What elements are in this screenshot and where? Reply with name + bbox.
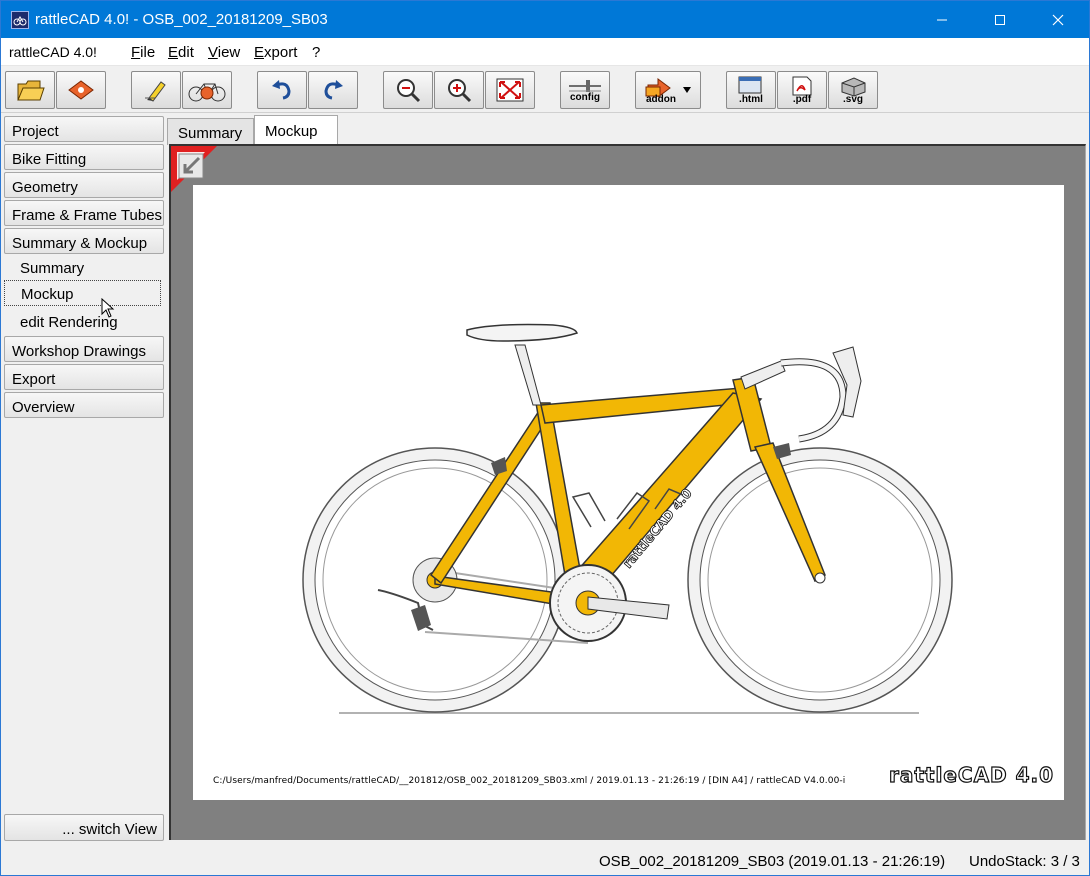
edit-pen-icon xyxy=(145,81,166,102)
sidebar-item-export[interactable]: Export xyxy=(4,364,164,390)
undo-button[interactable] xyxy=(257,71,307,109)
sidebar-item-workshop-drawings[interactable]: Workshop Drawings xyxy=(4,336,164,362)
menu-file[interactable]: File xyxy=(131,44,155,61)
menu-view[interactable]: View xyxy=(208,44,240,61)
sidebar-item-bike-fitting[interactable]: Bike Fitting xyxy=(4,144,164,170)
zoom-out-icon xyxy=(397,79,421,103)
sidebar-item-overview[interactable]: Overview xyxy=(4,392,164,418)
close-button[interactable] xyxy=(1035,1,1081,38)
sidebar-subitem-edit-rendering[interactable]: edit Rendering xyxy=(4,309,161,335)
sidebar-subitem-summary[interactable]: Summary xyxy=(4,255,161,281)
mouse-cursor-icon xyxy=(101,298,115,318)
open-button[interactable] xyxy=(5,71,55,109)
app-window: rattleCAD 4.0! - OSB_002_20181209_SB03 r… xyxy=(0,0,1090,876)
maximize-icon xyxy=(995,14,1005,25)
status-file: OSB_002_20181209_SB03 (2019.01.13 - 21:2… xyxy=(599,853,946,870)
minimize-button[interactable] xyxy=(919,1,965,38)
drawing-canvas[interactable]: rattleCAD 4.0 C:/Users/manfred/Documents… xyxy=(169,144,1086,840)
app-menu-label: rattleCAD 4.0! xyxy=(9,44,97,60)
html-label: .html xyxy=(739,94,763,105)
sidebar-item-summary-mockup[interactable]: Summary & Mockup xyxy=(4,228,164,254)
fit-to-window-button[interactable] xyxy=(485,71,535,109)
minimize-icon xyxy=(937,19,947,20)
save-button[interactable] xyxy=(56,71,106,109)
sidebar-subitem-mockup[interactable]: Mockup xyxy=(4,280,161,306)
sidebar-item-frame-tubes[interactable]: Frame & Frame Tubes xyxy=(4,200,164,226)
menu-help[interactable]: ? xyxy=(312,44,320,61)
drawing-footnote: C:/Users/manfred/Documents/rattleCAD/__2… xyxy=(213,776,846,786)
toolbar: config addon .html .pdf .svg xyxy=(1,67,1089,113)
close-icon xyxy=(1052,14,1064,25)
redo-icon xyxy=(324,80,343,100)
bike-render-button[interactable] xyxy=(182,71,232,109)
undo-icon xyxy=(272,80,291,100)
svg-label: .svg xyxy=(842,94,863,105)
export-html-button[interactable]: .html xyxy=(726,71,776,109)
sidebar-item-project[interactable]: Project xyxy=(4,116,164,142)
fit-to-window-icon xyxy=(496,78,524,102)
rattlecad-icon xyxy=(11,11,29,29)
redo-button[interactable] xyxy=(308,71,358,109)
rattlecad-logo: rattleCAD 4.0 xyxy=(888,762,1055,787)
menu-bar: rattleCAD 4.0! File Edit View Export ? xyxy=(1,38,1089,66)
sidebar: Project Bike Fitting Geometry Frame & Fr… xyxy=(3,114,166,843)
chevron-down-icon xyxy=(683,87,691,93)
edit-button[interactable] xyxy=(131,71,181,109)
export-pdf-button[interactable]: .pdf xyxy=(777,71,827,109)
sidebar-item-geometry[interactable]: Geometry xyxy=(4,172,164,198)
pdf-label: .pdf xyxy=(792,94,812,105)
zoom-in-button[interactable] xyxy=(434,71,484,109)
open-folder-icon xyxy=(17,80,45,101)
tab-summary[interactable]: Summary xyxy=(167,118,254,145)
switch-view-button[interactable]: ... switch View xyxy=(4,814,164,841)
status-undo-stack: UndoStack: 3 / 3 xyxy=(969,853,1080,870)
window-title: rattleCAD 4.0! - OSB_002_20181209_SB03 xyxy=(35,11,328,28)
title-bar: rattleCAD 4.0! - OSB_002_20181209_SB03 xyxy=(1,1,1089,38)
zoom-out-button[interactable] xyxy=(383,71,433,109)
tab-mockup[interactable]: Mockup xyxy=(254,115,338,145)
addon-label: addon xyxy=(646,94,676,105)
view-tabs: Summary Mockup xyxy=(167,114,1087,145)
bike-icon xyxy=(188,83,226,102)
config-button[interactable]: config xyxy=(560,71,610,109)
addon-button[interactable]: addon xyxy=(635,71,701,109)
config-label: config xyxy=(570,92,600,103)
bike-mockup-drawing: rattleCAD 4.0 xyxy=(302,323,953,714)
drawing-sheet: rattleCAD 4.0 C:/Users/manfred/Documents… xyxy=(193,185,1064,800)
status-bar: OSB_002_20181209_SB03 (2019.01.13 - 21:2… xyxy=(1,847,1089,875)
menu-edit[interactable]: Edit xyxy=(168,44,194,61)
zoom-in-icon xyxy=(448,79,472,103)
save-icon xyxy=(68,80,94,100)
maximize-button[interactable] xyxy=(977,1,1023,38)
export-svg-button[interactable]: .svg xyxy=(828,71,878,109)
menu-export[interactable]: Export xyxy=(254,44,297,61)
